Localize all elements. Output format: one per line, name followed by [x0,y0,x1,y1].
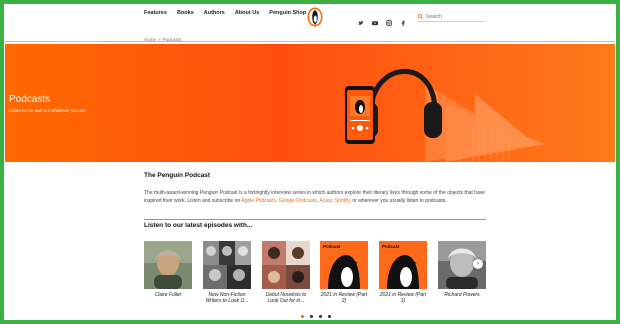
hero-banner: Podcasts Listen to our authors whatever … [5,44,615,162]
episode-card[interactable]: Debut Novelists to Look Out for in... [262,241,310,304]
episode-caption[interactable]: Claire Fuller [144,292,192,298]
intro-description: The multi-award-winning Penguin Podcast … [144,189,489,206]
carousel-dot[interactable] [319,315,322,318]
nav-item-penguin-shop[interactable]: Penguin Shop [269,10,306,16]
section-divider [144,219,486,220]
youtube-icon[interactable] [372,13,378,26]
hero-subtitle: Listen to our authors whatever you are [9,108,86,113]
nav-item-about-us[interactable]: About Us [235,10,259,16]
episode-caption[interactable]: Richard Powers [438,292,486,298]
episode-caption[interactable]: New Non-Fiction Writers to Look O... [203,292,251,304]
episode-thumbnail[interactable] [203,241,251,289]
carousel-dot[interactable] [328,315,331,318]
facebook-icon[interactable] [400,13,406,26]
carousel-pagination [301,315,331,318]
podcast-label: Podcast [382,244,400,249]
nav-item-features[interactable]: Features [144,10,167,16]
episode-card[interactable]: Claire Fuller [144,241,192,298]
episode-caption[interactable]: Debut Novelists to Look Out for in... [262,292,310,304]
episode-card[interactable]: Podcast 2021 in Review (Part 1) [379,241,427,304]
episode-caption[interactable]: 2021 in Review (Part 2) [320,292,368,304]
chevron-right-icon: › [477,261,479,267]
twitter-icon[interactable] [358,13,364,25]
social-links [358,13,406,26]
search-bar [418,12,484,22]
nav-item-books[interactable]: Books [177,10,194,16]
instagram-icon[interactable] [386,13,392,26]
breadcrumb-divider [5,41,615,42]
episode-caption[interactable]: 2021 in Review (Part 1) [379,292,427,304]
episode-thumbnail[interactable]: Podcast [320,241,368,289]
podcast-label: Podcast [323,244,341,249]
carousel-dot[interactable] [301,315,304,318]
main-nav: Features Books Authors About Us Penguin … [144,10,306,16]
episode-card[interactable]: Podcast 2021 in Review (Part 2) [320,241,368,304]
acast-link[interactable]: Acast [319,198,332,204]
apple-podcasts-link[interactable]: Apple Podcasts [241,198,276,204]
episodes-carousel: Claire Fuller New Non-Fiction Writers to… [144,241,486,307]
nav-item-authors[interactable]: Authors [204,10,225,16]
penguin-logo[interactable] [307,7,323,27]
episode-thumbnail[interactable] [144,241,192,289]
hero-title: Podcasts [9,94,51,105]
google-podcasts-link[interactable]: Google Podcasts [279,198,317,204]
episode-card[interactable]: Richard Powers [438,241,486,298]
intro-text-2: , or wherever you usually listen to podc… [349,198,447,205]
carousel-dot[interactable] [310,315,313,318]
breadcrumb-home[interactable]: Home [144,37,156,42]
carousel-next-button[interactable]: › [473,259,483,269]
intro-title: The Penguin Podcast [144,172,211,179]
breadcrumb-current: Podcasts [162,37,182,42]
breadcrumb-separator: > [158,37,161,42]
breadcrumb: Home > Podcasts [144,37,181,42]
episodes-title: Listen to our latest episodes with... [144,222,253,229]
search-input[interactable] [426,13,481,20]
hero-artwork [345,69,545,162]
search-icon[interactable] [418,14,423,19]
spotify-link[interactable]: Spotify [335,198,350,204]
episode-thumbnail[interactable]: Podcast [379,241,427,289]
episode-thumbnail[interactable] [262,241,310,289]
episode-card[interactable]: New Non-Fiction Writers to Look O... [203,241,251,304]
